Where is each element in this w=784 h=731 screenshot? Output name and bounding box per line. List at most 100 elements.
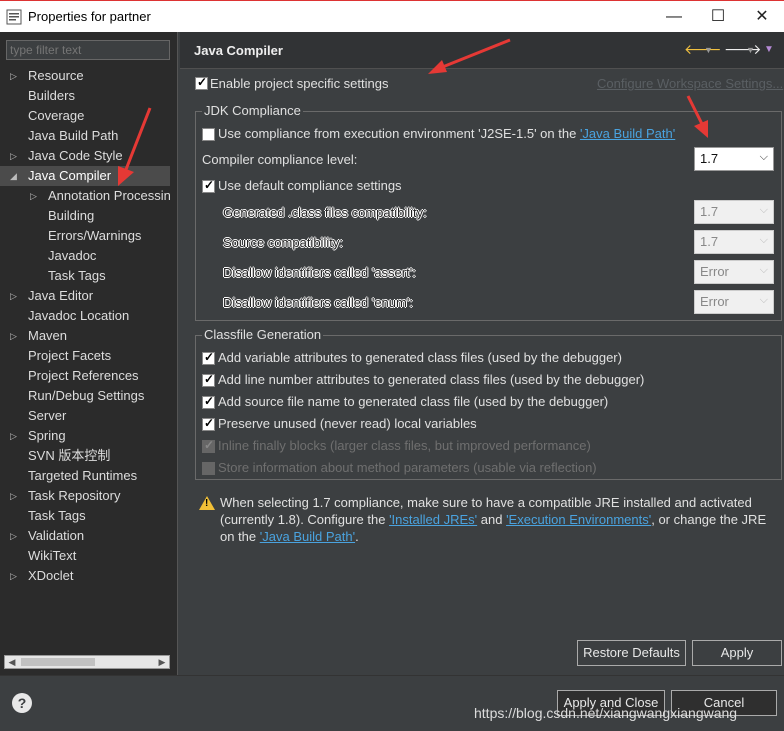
tree-item[interactable]: ▷ Maven <box>0 326 170 346</box>
filter-clear-icon[interactable] <box>153 42 167 58</box>
forward-arrow-icon[interactable]: 🡒 <box>724 41 762 58</box>
tree-item[interactable]: WikiText <box>0 546 170 566</box>
tree-item[interactable]: Project References <box>0 366 170 386</box>
add-source-file-checkbox[interactable] <box>202 394 215 409</box>
disallow-assert-label: Disallow identifiers called 'assert': <box>223 265 416 280</box>
warning-text: and <box>477 512 507 527</box>
tree-item-label: Building <box>48 208 95 223</box>
use-env-compliance-label: Use compliance from execution environmen… <box>218 126 675 141</box>
tree-item[interactable]: Project Facets <box>0 346 170 366</box>
classfile-generation-title: Classfile Generation <box>202 327 324 342</box>
collapsed-twisty-icon[interactable]: ▷ <box>10 286 20 306</box>
tree-item-label: Coverage <box>28 108 85 123</box>
maximize-button[interactable]: ☐ <box>706 5 730 29</box>
configure-workspace-link[interactable]: Configure Workspace Settings... <box>597 76 783 91</box>
tree-item-label: Spring <box>28 428 66 443</box>
execution-environments-link[interactable]: 'Execution Environments' <box>506 512 651 527</box>
chevron-down-icon: ⌵ <box>759 204 768 216</box>
minimize-button[interactable]: — <box>662 5 686 29</box>
tree-item-label: Task Repository <box>28 488 121 503</box>
tree-item[interactable]: Task Tags <box>0 266 170 286</box>
tree-item[interactable]: Targeted Runtimes <box>0 466 170 486</box>
collapsed-twisty-icon[interactable]: ▷ <box>10 486 20 506</box>
expanded-twisty-icon[interactable]: ◢ <box>10 166 20 186</box>
tree-item[interactable]: ▷ XDoclet <box>0 566 170 586</box>
add-line-number-label: Add line number attributes to generated … <box>218 372 645 387</box>
source-compat-select: 1.7 ⌵ <box>694 230 774 254</box>
add-line-number-checkbox[interactable] <box>202 372 215 387</box>
tree-item[interactable]: ▷ Resource <box>0 66 170 86</box>
preference-tree: ▷ Resource Builders Coverage Java Build Path… <box>0 66 170 586</box>
tree-item-label: Javadoc Location <box>28 308 130 323</box>
tree-item[interactable]: Server <box>0 406 170 426</box>
help-icon[interactable]: ? <box>12 693 32 713</box>
use-default-compliance-checkbox[interactable] <box>202 178 215 193</box>
tree-item[interactable]: ▷ Task Repository <box>0 486 170 506</box>
collapsed-twisty-icon[interactable]: ▷ <box>10 526 20 546</box>
collapsed-twisty-icon[interactable]: ▷ <box>10 146 20 166</box>
add-source-file-label: Add source file name to generated class … <box>218 394 609 409</box>
add-variable-attrs-checkbox[interactable] <box>202 350 215 365</box>
tree-item[interactable]: ◢ Java Compiler <box>0 166 170 186</box>
tree-item-label: Run/Debug Settings <box>28 388 145 403</box>
tree-item[interactable]: Builders <box>0 86 170 106</box>
enable-specific-label: Enable project specific settings <box>210 76 389 91</box>
compliance-level-select[interactable]: 1.7 ⌵ <box>694 147 774 171</box>
warning-line2: (currently 1.8). Configure the 'Installe… <box>220 512 766 527</box>
scroll-right-icon[interactable]: ▶ <box>155 656 169 668</box>
java-build-path-link-2[interactable]: 'Java Build Path' <box>260 529 355 544</box>
properties-pane: Java Compiler 🡐 ▼ 🡒 ▼ ▼ Enable project s… <box>180 32 784 675</box>
disallow-assert-value: Error <box>700 264 729 279</box>
back-menu-icon[interactable]: ▼ <box>704 45 713 55</box>
watermark-text: https://blog.csdn.net/xiangwangxiangwang <box>474 705 738 721</box>
preserve-unused-checkbox[interactable] <box>202 416 215 431</box>
tree-item[interactable]: ▷ Java Code Style <box>0 146 170 166</box>
back-arrow-icon[interactable]: 🡐 <box>684 41 722 58</box>
tree-item-label: Annotation Processin <box>48 188 170 203</box>
disallow-enum-label: Disallow identifiers called 'enum': <box>223 295 413 310</box>
use-env-compliance-checkbox[interactable] <box>202 128 215 141</box>
warning-icon: ! <box>199 496 215 510</box>
restore-defaults-button[interactable]: Restore Defaults <box>577 640 686 666</box>
tree-item[interactable]: Java Build Path <box>0 126 170 146</box>
dialog-button-bar: ? Apply and Close Cancel https://blog.cs… <box>0 675 784 731</box>
tree-item[interactable]: Task Tags <box>0 506 170 526</box>
collapsed-twisty-icon[interactable]: ▷ <box>10 66 20 86</box>
tree-item[interactable]: ▷ Spring <box>0 426 170 446</box>
collapsed-twisty-icon[interactable]: ▷ <box>10 326 20 346</box>
tree-item[interactable]: ▷ Validation <box>0 526 170 546</box>
tree-item-label: Java Editor <box>28 288 94 303</box>
tree-item[interactable]: Javadoc <box>0 246 170 266</box>
close-button[interactable]: ✕ <box>750 5 774 29</box>
installed-jres-link[interactable]: 'Installed JREs' <box>389 512 477 527</box>
forward-menu-icon[interactable]: ▼ <box>746 45 755 55</box>
apply-button[interactable]: Apply <box>692 640 782 666</box>
chevron-down-icon: ⌵ <box>759 234 768 246</box>
tree-item[interactable]: SVN 版本控制 <box>0 446 170 466</box>
horizontal-scrollbar[interactable]: ◀ ▶ <box>4 655 170 669</box>
warning-text: (currently 1.8). Configure the <box>220 512 390 527</box>
tree-item[interactable]: Errors/Warnings <box>0 226 170 246</box>
chevron-down-icon: ⌵ <box>759 264 768 276</box>
store-method-params-checkbox <box>202 462 215 475</box>
collapsed-twisty-icon[interactable]: ▷ <box>10 566 20 586</box>
store-method-params-label: Store information about method parameter… <box>218 460 597 475</box>
scrollbar-thumb[interactable] <box>21 658 95 666</box>
java-build-path-link[interactable]: 'Java Build Path' <box>580 126 675 141</box>
enable-specific-checkbox[interactable] <box>195 75 208 90</box>
tree-item-label: SVN 版本控制 <box>28 448 111 463</box>
jdk-compliance-title: JDK Compliance <box>202 103 303 118</box>
tree-item[interactable]: Building <box>0 206 170 226</box>
scroll-left-icon[interactable]: ◀ <box>5 656 19 668</box>
collapsed-twisty-icon[interactable]: ▷ <box>30 186 40 206</box>
tree-item[interactable]: Run/Debug Settings <box>0 386 170 406</box>
view-menu-icon[interactable]: ▼ <box>764 44 774 55</box>
tree-item[interactable]: Coverage <box>0 106 170 126</box>
collapsed-twisty-icon[interactable]: ▷ <box>10 426 20 446</box>
tree-item[interactable]: ▷ Annotation Processin <box>0 186 170 206</box>
filter-input[interactable] <box>6 40 170 60</box>
source-compat-label: Source compatibility: <box>223 235 343 250</box>
tree-item[interactable]: ▷ Java Editor <box>0 286 170 306</box>
preference-tree-panel: ▷ Resource Builders Coverage Java Build Path… <box>0 32 178 675</box>
tree-item[interactable]: Javadoc Location <box>0 306 170 326</box>
